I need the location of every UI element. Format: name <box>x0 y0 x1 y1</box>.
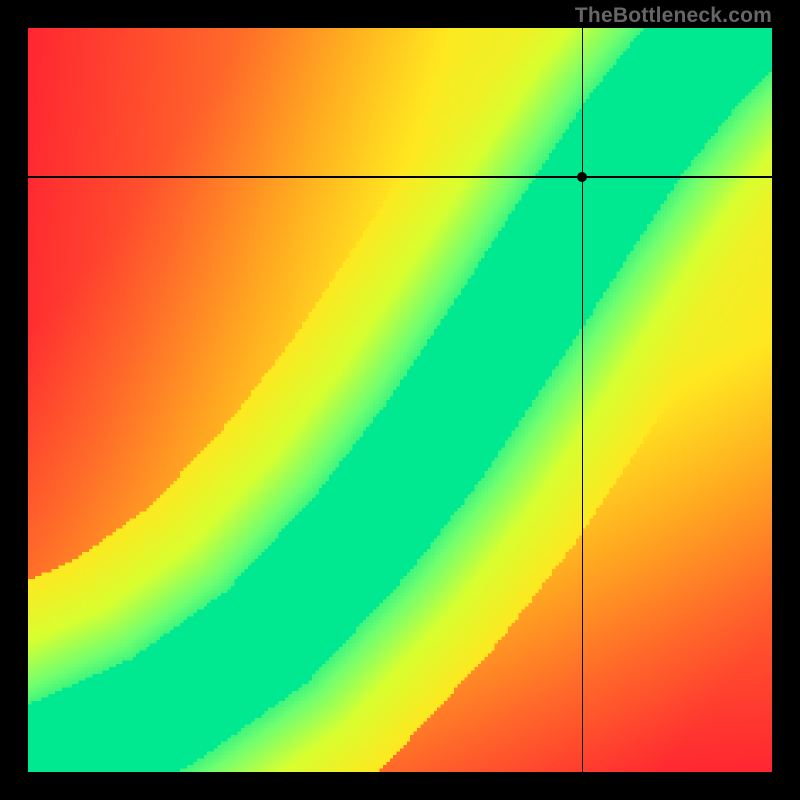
crosshair-horizontal <box>28 176 772 178</box>
heatmap-plot <box>28 28 772 772</box>
watermark-text: TheBottleneck.com <box>575 4 772 28</box>
selection-marker <box>577 172 587 182</box>
chart-container: TheBottleneck.com <box>0 0 800 800</box>
crosshair-vertical <box>582 28 584 772</box>
heatmap-canvas <box>28 28 772 772</box>
